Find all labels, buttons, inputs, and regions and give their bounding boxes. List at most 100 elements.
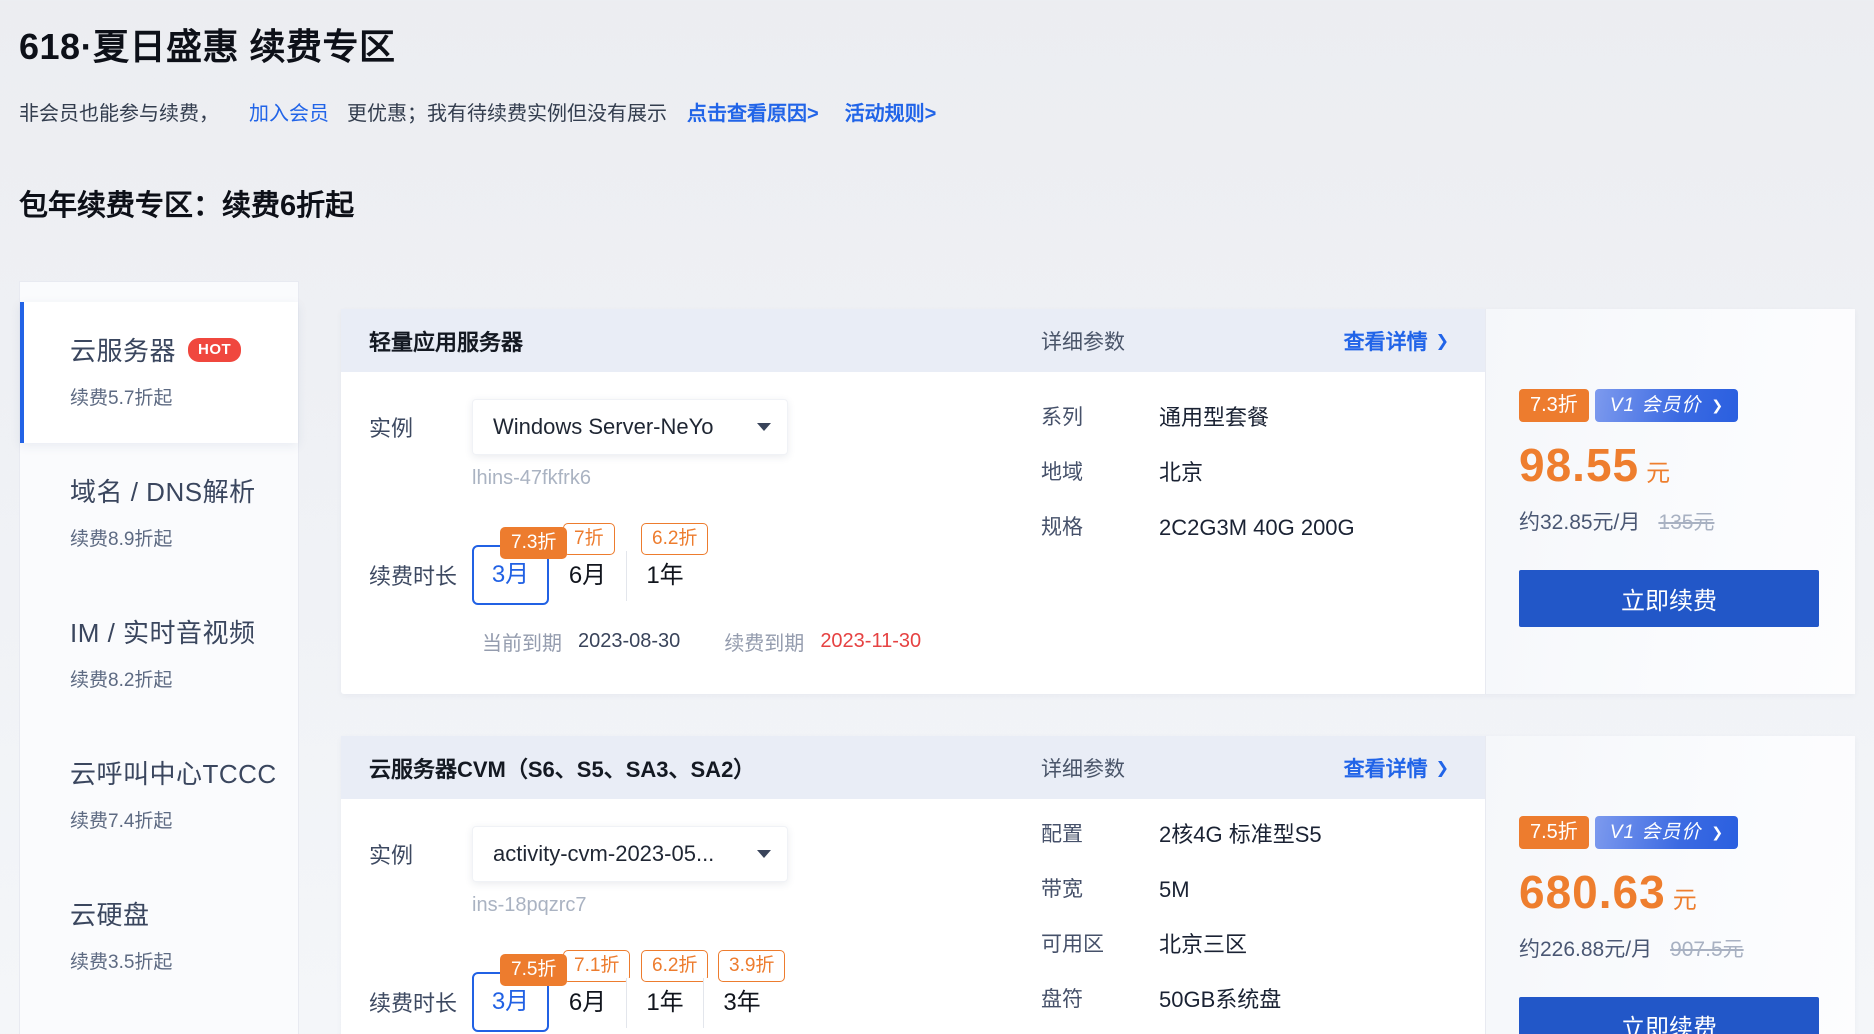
expiry-row: 当前到期 2023-08-30 续费到期 2023-11-30 — [482, 627, 921, 656]
instance-label: 实例 — [369, 838, 472, 870]
current-expiry-label: 当前到期 — [482, 627, 562, 656]
vip-price-badge[interactable]: V1 会员价 ❯ — [1595, 816, 1738, 849]
price-amount: 680.63 元 — [1519, 865, 1855, 919]
card-header: 轻量应用服务器 详细参数 查看详情 ❯ — [341, 309, 1485, 372]
discount-badge: 7折 — [563, 523, 615, 555]
price-subline: 约226.88元/月 907.5元 — [1519, 933, 1855, 963]
price-number: 98.55 — [1519, 438, 1639, 492]
duration-tab-label: 6月 — [569, 989, 606, 1016]
spec-value: 5M — [1159, 876, 1190, 904]
spec-label: 规格 — [1041, 514, 1159, 542]
spec-label: 盘符 — [1041, 986, 1159, 1014]
sidebar-item-cbs[interactable]: 云硬盘 续费3.5折起 — [20, 866, 298, 1007]
chevron-right-icon: ❯ — [1436, 331, 1449, 351]
duration-tab-1y[interactable]: 6.2折 1年 — [626, 978, 703, 1028]
spec-value: 北京 — [1159, 459, 1203, 487]
instance-select[interactable]: Windows Server-NeYo — [472, 399, 788, 455]
vip-price-label: V1 会员价 — [1610, 816, 1702, 849]
sidebar-item-domain-dns[interactable]: 域名 / DNS解析 续费8.9折起 — [20, 443, 298, 584]
renew-now-button[interactable]: 立即续费 — [1519, 570, 1819, 627]
sidebar-item-label: IM / 实时音视频 — [70, 613, 256, 650]
duration-tab-3m[interactable]: 7.5折 3月 — [472, 972, 549, 1032]
spec-row: 可用区 北京三区 — [1041, 931, 1322, 959]
price-panel: 7.3折 V1 会员价 ❯ 98.55 元 约32.85元/月 135元 — [1485, 309, 1855, 694]
duration-tab-1y[interactable]: 6.2折 1年 — [626, 551, 703, 601]
sidebar-item-im-trtc[interactable]: IM / 实时音视频 续费8.2折起 — [20, 584, 298, 725]
duration-tabs: 7.3折 3月 7折 6月 6.2折 1年 — [472, 545, 703, 605]
spec-row: 地域 北京 — [1041, 459, 1355, 487]
spec-list: 配置 2核4G 标准型S5 带宽 5M 可用区 北京三区 盘符 — [1041, 821, 1322, 1034]
sidebar-item-discount: 续费7.4折起 — [70, 806, 288, 833]
duration-label: 续费时长 — [369, 559, 472, 591]
instance-id: lhins-47fkfrk6 — [472, 467, 591, 490]
chevron-right-icon: ❯ — [1711, 389, 1723, 422]
spec-label: 带宽 — [1041, 876, 1159, 904]
duration-row: 续费时长 7.5折 3月 7.1折 6月 6.2折 — [369, 972, 780, 1032]
view-details-link[interactable]: 查看详情 ❯ — [1344, 326, 1485, 356]
sidebar-item-discount: 续费5.7折起 — [70, 383, 288, 410]
chevron-right-icon: ❯ — [1436, 758, 1449, 778]
duration-tabs: 7.5折 3月 7.1折 6月 6.2折 1年 — [472, 972, 780, 1032]
discount-badge: 7.3折 — [1519, 389, 1589, 422]
renewal-expiry-label: 续费到期 — [724, 627, 804, 656]
monthly-price: 约226.88元/月 — [1519, 933, 1652, 963]
spec-value: 2核4G 标准型S5 — [1159, 821, 1322, 849]
spec-label: 地域 — [1041, 459, 1159, 487]
caret-down-icon — [757, 850, 771, 858]
vip-price-label: V1 会员价 — [1610, 389, 1702, 422]
duration-tab-3y[interactable]: 3.9折 3年 — [703, 978, 780, 1028]
view-details-text: 查看详情 — [1344, 753, 1428, 783]
params-label: 详细参数 — [1041, 753, 1125, 783]
spec-value: 北京三区 — [1159, 931, 1247, 959]
renewal-expiry-date: 2023-11-30 — [820, 630, 921, 653]
content: 云服务器 HOT 续费5.7折起 域名 / DNS解析 续费8.9折起 IM /… — [19, 281, 1855, 1034]
view-details-link[interactable]: 查看详情 ❯ — [1344, 753, 1485, 783]
instance-select[interactable]: activity-cvm-2023-05... — [472, 826, 788, 882]
sidebar-item-tccc[interactable]: 云呼叫中心TCCC 续费7.4折起 — [20, 725, 298, 866]
activity-rules-link[interactable]: 活动规则> — [845, 97, 937, 126]
spec-row: 盘符 50GB系统盘 — [1041, 986, 1322, 1014]
instance-label: 实例 — [369, 411, 472, 443]
page: 618·夏日盛惠 续费专区 非会员也能参与续费， 加入会员 更优惠；我有待续费实… — [0, 0, 1874, 1034]
card-title: 云服务器CVM（S6、S5、SA3、SA2） — [369, 752, 755, 784]
params-label: 详细参数 — [1041, 326, 1125, 356]
sidebar-item-discount: 续费8.2折起 — [70, 665, 288, 692]
sidebar-item-label: 域名 / DNS解析 — [70, 472, 256, 509]
price-subline: 约32.85元/月 135元 — [1519, 506, 1855, 536]
sidebar-item-label: 云呼叫中心TCCC — [70, 754, 277, 791]
spec-value: 通用型套餐 — [1159, 404, 1269, 432]
renew-now-button[interactable]: 立即续费 — [1519, 997, 1819, 1034]
view-reason-link[interactable]: 点击查看原因> — [687, 97, 819, 126]
original-price: 907.5元 — [1670, 933, 1744, 963]
card-title: 轻量应用服务器 — [369, 325, 523, 357]
spec-value: 2C2G3M 40G 200G — [1159, 514, 1355, 542]
page-title: 618·夏日盛惠 续费专区 — [19, 18, 1855, 70]
subtitle-text-1: 非会员也能参与续费， — [19, 97, 219, 126]
sidebar-item-cloud-server[interactable]: 云服务器 HOT 续费5.7折起 — [20, 302, 298, 443]
instance-row: 实例 activity-cvm-2023-05... — [369, 826, 788, 882]
card-main: 轻量应用服务器 详细参数 查看详情 ❯ 实例 Windows Server-Ne… — [341, 309, 1485, 694]
sidebar-item-discount: 续费3.5折起 — [70, 947, 288, 974]
caret-down-icon — [757, 423, 771, 431]
spec-row: 规格 2C2G3M 40G 200G — [1041, 514, 1355, 542]
discount-badge: 6.2折 — [641, 950, 708, 982]
discount-badge: 7.5折 — [500, 954, 567, 986]
duration-tab-label: 3年 — [723, 989, 760, 1016]
spec-row: 系列 通用型套餐 — [1041, 404, 1355, 432]
duration-label: 续费时长 — [369, 986, 472, 1018]
sidebar: 云服务器 HOT 续费5.7折起 域名 / DNS解析 续费8.9折起 IM /… — [19, 281, 299, 1034]
card-header: 云服务器CVM（S6、S5、SA3、SA2） 详细参数 查看详情 ❯ — [341, 736, 1485, 799]
spec-label: 可用区 — [1041, 931, 1159, 959]
spec-list: 系列 通用型套餐 地域 北京 规格 2C2G3M 40G 200G — [1041, 404, 1355, 569]
subtitle-text-2: 更优惠；我有待续费实例但没有展示 — [347, 97, 667, 126]
duration-tab-3m[interactable]: 7.3折 3月 — [472, 545, 549, 605]
vip-price-badge[interactable]: V1 会员价 ❯ — [1595, 389, 1738, 422]
spec-row: 配置 2核4G 标准型S5 — [1041, 821, 1322, 849]
discount-badge: 3.9折 — [718, 950, 785, 982]
price-amount: 98.55 元 — [1519, 438, 1855, 492]
join-member-link[interactable]: 加入会员 — [249, 97, 329, 126]
duration-tab-label: 1年 — [646, 989, 683, 1016]
discount-badge: 7.5折 — [1519, 816, 1589, 849]
price-badges: 7.3折 V1 会员价 ❯ — [1519, 389, 1855, 422]
chevron-right-icon: ❯ — [1711, 816, 1723, 849]
